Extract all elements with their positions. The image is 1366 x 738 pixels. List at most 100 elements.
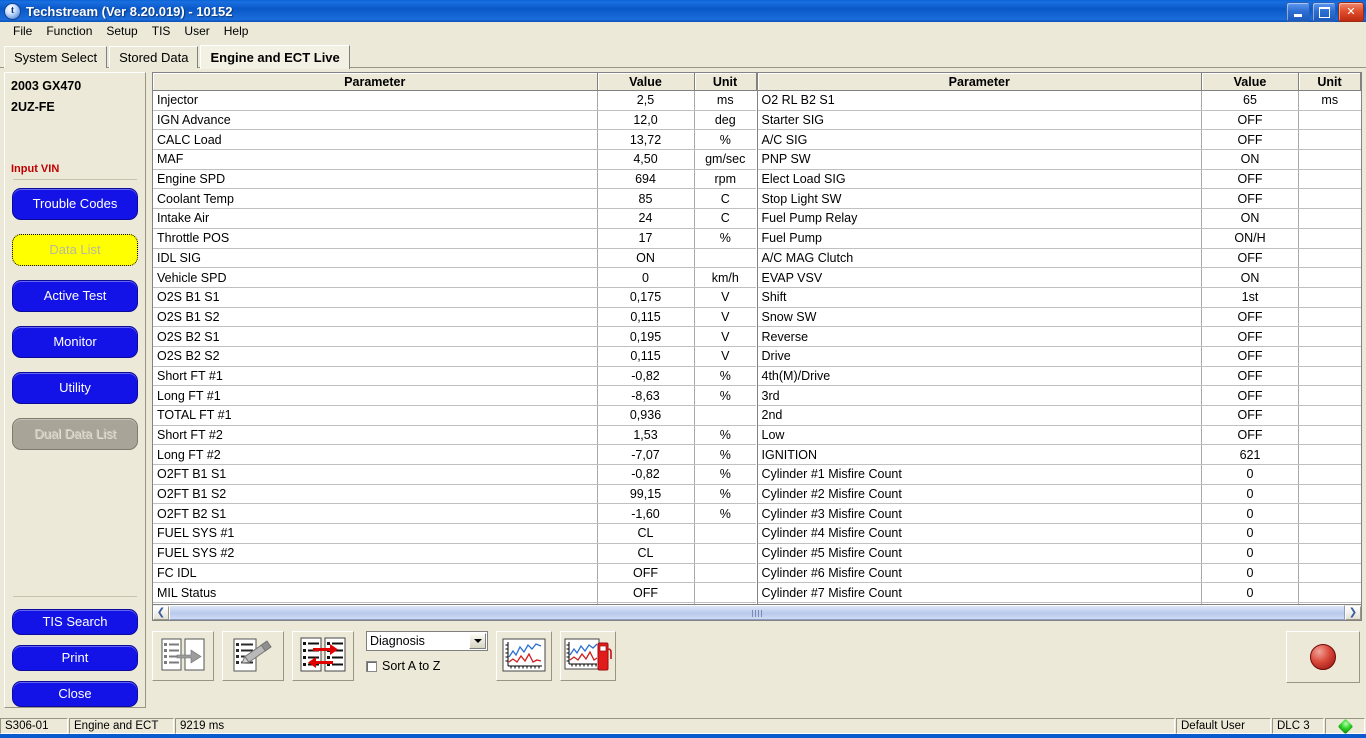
table-row[interactable]: O2S B2 S1 0,195 V [153, 326, 756, 347]
sidebar-button-print[interactable]: Print [12, 645, 138, 671]
cell-parameter: FUEL SYS #2 [153, 543, 598, 564]
table-row[interactable]: IDL SIG ON [153, 248, 756, 269]
table-row[interactable]: Snow SW OFF [757, 307, 1361, 328]
table-row[interactable]: FC IDL OFF [153, 563, 756, 584]
table-row[interactable]: Shift 1st [757, 287, 1361, 308]
table-row[interactable]: IGNITION 621 [757, 444, 1361, 466]
table-row[interactable]: 4th(M)/Drive OFF [757, 366, 1361, 387]
scroll-left-arrow-icon[interactable]: ❮ [153, 605, 169, 620]
table-row[interactable]: MIL Status OFF [153, 582, 756, 603]
table-row[interactable]: PNP SW ON [757, 149, 1361, 170]
scroll-right-arrow-icon[interactable]: ❯ [1345, 605, 1361, 620]
sidebar-button-close[interactable]: Close [12, 681, 138, 707]
table-row[interactable]: Cylinder #4 Misfire Count 0 [757, 523, 1361, 544]
table-row[interactable]: Intake Air 24 C [153, 208, 756, 229]
column-header-parameter-left[interactable]: Parameter [153, 73, 598, 91]
table-row[interactable]: Drive OFF [757, 346, 1361, 367]
table-row[interactable]: O2S B2 S2 0,115 V [153, 346, 756, 367]
table-row[interactable]: Low OFF [757, 425, 1361, 446]
tab-stored-data[interactable]: Stored Data [109, 46, 199, 68]
table-row[interactable]: A/C MAG Clutch OFF [757, 248, 1361, 269]
table-row[interactable]: Coolant Temp 85 C [153, 188, 756, 210]
record-button[interactable] [1286, 631, 1360, 683]
minimize-button[interactable] [1286, 2, 1310, 22]
save-data-list-button[interactable] [222, 631, 284, 681]
table-row[interactable]: EVAP VSV ON [757, 267, 1361, 288]
table-row[interactable]: Cylinder #2 Misfire Count 0 [757, 484, 1361, 505]
sidebar-button-tis-search[interactable]: TIS Search [12, 609, 138, 635]
table-row[interactable]: Engine SPD 694 rpm [153, 169, 756, 190]
table-row[interactable]: Cylinder #7 Misfire Count 0 [757, 582, 1361, 603]
table-row[interactable]: TOTAL FT #1 0,936 [153, 405, 756, 426]
table-row[interactable]: Long FT #2 -7,07% [153, 444, 756, 466]
table-row[interactable]: 3rd OFF [757, 385, 1361, 406]
close-button[interactable]: ✕ [1338, 2, 1364, 22]
sidebar-button-monitor[interactable]: Monitor [12, 326, 138, 358]
table-row[interactable]: Starter SIG OFF [757, 110, 1361, 131]
table-row[interactable]: Cylinder #6 Misfire Count 0 [757, 563, 1361, 584]
table-row[interactable]: Cylinder #1 Misfire Count 0 [757, 464, 1361, 485]
column-header-unit-right[interactable]: Unit [1298, 73, 1361, 91]
data-grid-right[interactable]: Parameter Value Unit O2 RL B2 S1 65 ms Star… [756, 72, 1362, 605]
column-header-parameter-right[interactable]: Parameter [757, 73, 1202, 91]
table-row[interactable]: Elect Load SIG OFF [757, 169, 1361, 190]
table-row[interactable]: Short FT #1 -0,82% [153, 366, 756, 387]
menu-item-tis[interactable]: TIS [145, 23, 178, 39]
sort-a-to-z-row[interactable]: Sort A to Z [366, 659, 488, 673]
graph-view-button[interactable] [496, 631, 552, 681]
table-row[interactable]: MAF 4,50 gm/sec [153, 149, 756, 170]
table-row[interactable]: Injector 2,5 ms [153, 90, 756, 111]
table-row[interactable]: O2S B1 S2 0,115 V [153, 307, 756, 328]
table-row[interactable]: O2S B1 S1 0,175 V [153, 287, 756, 308]
menu-item-user[interactable]: User [177, 23, 216, 39]
table-row[interactable]: Cylinder #3 Misfire Count 0 [757, 503, 1361, 525]
scrollbar-thumb[interactable] [169, 605, 1345, 620]
table-row[interactable]: Throttle POS 17% [153, 228, 756, 249]
table-row[interactable]: FUEL SYS #2 CL [153, 543, 756, 564]
table-row[interactable]: Stop Light SW OFF [757, 188, 1361, 210]
table-row[interactable]: Cylinder #5 Misfire Count 0 [757, 543, 1361, 564]
table-row[interactable]: Reverse OFF [757, 326, 1361, 347]
sidebar-button-active-test[interactable]: Active Test [12, 280, 138, 312]
sidebar-button-utility[interactable]: Utility [12, 372, 138, 404]
menu-item-function[interactable]: Function [39, 23, 99, 39]
column-header-value-left[interactable]: Value [597, 73, 695, 91]
table-row[interactable]: A/C SIG OFF [757, 129, 1361, 151]
input-vin-label[interactable]: Input VIN [11, 163, 139, 175]
chevron-down-icon[interactable] [469, 633, 486, 649]
sidebar-button-data-list[interactable]: Data List [12, 234, 138, 266]
table-row[interactable]: O2FT B2 S1 -1,60% [153, 503, 756, 525]
menu-item-help[interactable]: Help [217, 23, 256, 39]
scrollbar-track[interactable] [169, 605, 1345, 620]
column-header-unit-left[interactable]: Unit [694, 73, 757, 91]
data-grid-left[interactable]: Parameter Value Unit Injector 2,5 ms IGN Ad… [152, 72, 757, 605]
table-row[interactable]: Short FT #2 1,53% [153, 425, 756, 446]
swap-data-list-button[interactable] [292, 631, 354, 681]
horizontal-scrollbar[interactable]: ❮ ❯ [152, 605, 1362, 621]
table-row[interactable]: Long FT #1 -8,63% [153, 385, 756, 406]
table-row[interactable]: IGN Advance 12,0 deg [153, 110, 756, 131]
tab-engine-and-ect-live[interactable]: Engine and ECT Live [200, 45, 350, 69]
fuel-graph-button[interactable] [560, 631, 616, 681]
maximize-button[interactable] [1312, 2, 1336, 22]
sort-a-to-z-checkbox[interactable] [366, 660, 377, 672]
menu-item-file[interactable]: File [6, 23, 39, 39]
cell-unit: ms [694, 90, 756, 111]
sidebar-button-trouble-codes[interactable]: Trouble Codes [12, 188, 138, 220]
table-row[interactable]: FUEL SYS #1 CL [153, 523, 756, 544]
table-row[interactable]: Fuel Pump Relay ON [757, 208, 1361, 229]
table-row[interactable]: O2 RL B2 S1 65 ms [757, 90, 1361, 111]
table-row[interactable]: 2nd OFF [757, 405, 1361, 426]
table-row[interactable]: Fuel Pump ON/H [757, 228, 1361, 249]
diagnosis-mode-select[interactable]: Diagnosis [366, 631, 488, 651]
tab-system-select[interactable]: System Select [4, 46, 108, 68]
table-row[interactable]: Vehicle SPD 0 km/h [153, 267, 756, 288]
column-header-value-right[interactable]: Value [1201, 73, 1299, 91]
select-data-list-items-button[interactable] [152, 631, 214, 681]
cell-unit: % [694, 503, 756, 525]
menu-item-setup[interactable]: Setup [99, 23, 144, 39]
cell-value: CL [597, 523, 695, 544]
table-row[interactable]: CALC Load 13,72% [153, 129, 756, 151]
table-row[interactable]: O2FT B1 S2 99,15% [153, 484, 756, 505]
table-row[interactable]: O2FT B1 S1 -0,82% [153, 464, 756, 485]
